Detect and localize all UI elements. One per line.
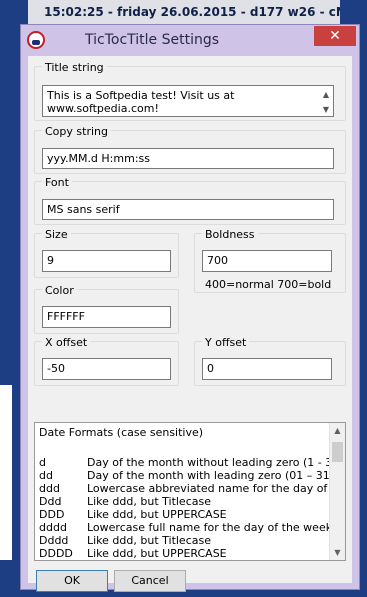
ok-button-label: OK	[64, 574, 80, 587]
scroll-down-arrow-icon[interactable]: ▼	[330, 545, 345, 560]
format-description: Like ddd, but Titlecase	[87, 495, 211, 508]
size-input[interactable]: 9	[42, 250, 171, 272]
title-string-label: Title string	[42, 61, 107, 74]
font-input[interactable]: MS sans serif	[42, 199, 334, 220]
title-string-value: This is a Softpedia test! Visit us at ww…	[47, 89, 235, 115]
cancel-button[interactable]: Cancel	[114, 570, 186, 592]
app-clock-icon[interactable]	[27, 31, 45, 49]
list-item: DDDD Like ddd, but UPPERCASE	[39, 547, 329, 560]
list-item: ddd Lowercase abbreviated name for the da…	[39, 482, 329, 495]
dialog-client-area: Title string This is a Softpedia test! V…	[28, 56, 352, 592]
ok-button[interactable]: OK	[36, 570, 108, 592]
taskbar-clock-bar: 15:02:25 - friday 26.06.2015 - d177 w26 …	[28, 0, 340, 26]
settings-window: TicTocTitle Settings ✕ Title string This…	[20, 24, 360, 592]
boldness-input[interactable]: 700	[202, 250, 332, 272]
format-description: Day of the month without leading zero (1…	[87, 456, 329, 469]
background-window-edge	[0, 385, 12, 560]
format-description: Like ddd, but Titlecase	[87, 534, 211, 547]
font-label: Font	[42, 176, 72, 189]
font-group: Font MS sans serif	[34, 176, 346, 225]
list-item: Dddd Like ddd, but Titlecase	[39, 534, 329, 547]
copy-string-input[interactable]: yyy.MM.d H:mm:ss	[42, 148, 334, 169]
cancel-button-label: Cancel	[131, 574, 169, 587]
list-item: DDD Like ddd, but UPPERCASE	[39, 508, 329, 521]
scroll-up-arrow-icon[interactable]: ▲	[320, 87, 332, 102]
size-group: Size 9	[34, 228, 179, 278]
list-item: dd Day of the month with leading zero (01…	[39, 469, 329, 482]
boldness-group: Boldness 700 400=normal 700=bold	[194, 228, 346, 293]
boldness-label: Boldness	[202, 228, 258, 241]
date-formats-list[interactable]: Date Formats (case sensitive) d Day of th…	[34, 422, 346, 561]
copy-string-group: Copy string yyy.MM.d H:mm:ss	[34, 125, 346, 174]
color-input[interactable]: FFFFFF	[42, 306, 171, 328]
format-description: Like ddd, but UPPERCASE	[87, 508, 227, 521]
list-item: Ddd Like ddd, but Titlecase	[39, 495, 329, 508]
size-value: 9	[47, 254, 54, 267]
date-formats-title: Date Formats (case sensitive)	[39, 426, 204, 439]
copy-string-value: yyy.MM.d H:mm:ss	[47, 152, 150, 165]
x-offset-input[interactable]: -50	[42, 358, 171, 380]
copy-string-label: Copy string	[42, 125, 111, 138]
format-code: dddd	[39, 521, 67, 534]
color-value: FFFFFF	[47, 310, 85, 323]
y-offset-input[interactable]: 0	[202, 358, 332, 380]
taskbar-clock-text: 15:02:25 - friday 26.06.2015 - d177 w26 …	[44, 5, 340, 19]
list-item: d Day of the month without leading zero (…	[39, 456, 329, 469]
list-item: dddd Lowercase full name for the day of t…	[39, 521, 329, 534]
formats-scrollbar[interactable]: ▲ ▼	[329, 423, 345, 560]
title-string-group: Title string This is a Softpedia test! V…	[34, 61, 346, 121]
format-code: DDD	[39, 508, 65, 521]
format-code: DDDD	[39, 547, 73, 560]
boldness-hint: 400=normal 700=bold	[205, 278, 332, 291]
format-code: Dddd	[39, 534, 69, 547]
x-offset-group: X offset -50	[34, 336, 179, 386]
format-code: ddd	[39, 482, 60, 495]
y-offset-label: Y offset	[202, 336, 250, 349]
x-offset-label: X offset	[42, 336, 91, 349]
format-description: Like ddd, but UPPERCASE	[87, 547, 227, 560]
format-description: Lowercase full name for the day of the w…	[87, 521, 329, 534]
title-string-scrollbar[interactable]: ▲ ▼	[320, 87, 332, 115]
format-code: Ddd	[39, 495, 62, 508]
boldness-value: 700	[207, 254, 228, 267]
format-code: d	[39, 456, 46, 469]
window-title: TicTocTitle Settings	[85, 32, 220, 48]
format-description: Day of the month with leading zero (01 –…	[87, 469, 329, 482]
format-description: Lowercase abbreviated name for the day o…	[87, 482, 329, 495]
scroll-down-arrow-icon[interactable]: ▼	[320, 102, 332, 116]
title-string-input[interactable]: This is a Softpedia test! Visit us at ww…	[42, 85, 334, 117]
scroll-up-arrow-icon[interactable]: ▲	[330, 423, 345, 438]
font-value: MS sans serif	[47, 203, 120, 216]
color-group: Color FFFFFF	[34, 284, 179, 334]
format-code: dd	[39, 469, 53, 482]
size-label: Size	[42, 228, 71, 241]
color-label: Color	[42, 284, 77, 297]
x-offset-value: -50	[47, 362, 65, 375]
close-icon: ✕	[329, 28, 341, 44]
scrollbar-thumb[interactable]	[332, 442, 343, 462]
y-offset-value: 0	[207, 362, 214, 375]
y-offset-group: Y offset 0	[194, 336, 346, 386]
close-button[interactable]: ✕	[314, 26, 356, 46]
title-bar[interactable]: TicTocTitle Settings ✕	[21, 25, 359, 55]
